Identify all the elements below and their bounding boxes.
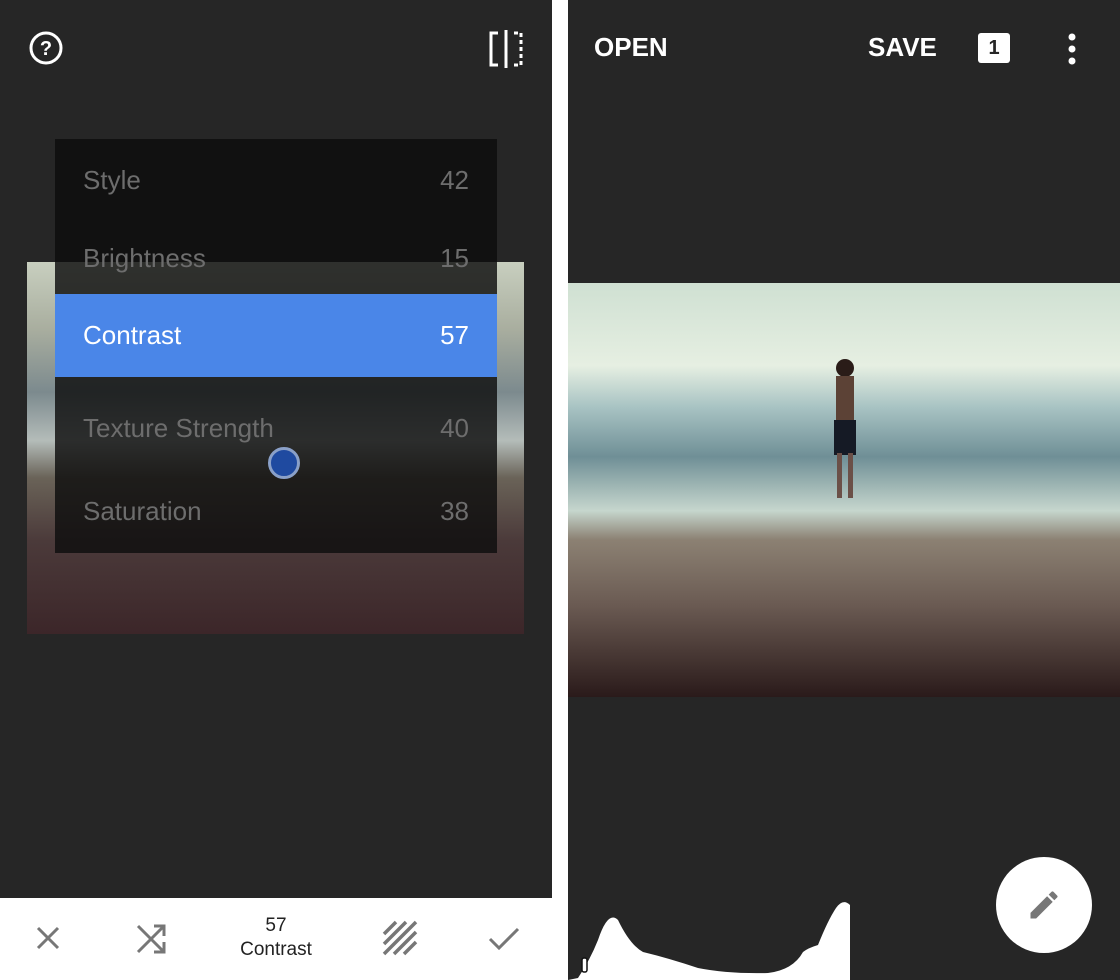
pencil-icon [1030, 891, 1058, 919]
menu-item-style[interactable]: Style 42 [55, 139, 497, 222]
styles-icon[interactable] [380, 918, 420, 958]
cancel-icon[interactable] [28, 918, 68, 958]
bottom-toolbar: 57 Contrast [0, 898, 552, 980]
open-button[interactable]: OPEN [594, 32, 668, 63]
menu-label: Saturation [83, 496, 202, 526]
menu-label: Texture Strength [83, 413, 274, 443]
menu-item-brightness[interactable]: Brightness 15 [55, 222, 497, 294]
menu-item-contrast[interactable]: Contrast 57 [55, 294, 497, 377]
photo-subject [834, 359, 856, 498]
menu-label: Brightness [83, 242, 206, 273]
adjustment-menu: Style 42 Brightness 15 Contrast 57 Texture … [55, 139, 497, 553]
histogram [568, 902, 850, 980]
history-badge[interactable]: 1 [978, 33, 1010, 63]
menu-value: 42 [440, 165, 469, 195]
menu-value: 38 [440, 496, 469, 526]
adjustment-value: 57 [265, 915, 287, 936]
apply-check-icon[interactable] [484, 918, 524, 958]
shuffle-icon[interactable] [132, 918, 172, 958]
adjust-point-handle[interactable] [268, 447, 300, 479]
adjustment-label: Contrast [240, 939, 312, 960]
menu-value: 57 [440, 320, 469, 350]
menu-value: 15 [440, 242, 469, 273]
more-options-icon[interactable] [1066, 32, 1078, 66]
help-icon[interactable]: ? [28, 30, 64, 66]
svg-text:?: ? [40, 38, 52, 60]
compare-icon[interactable] [488, 30, 524, 68]
save-button[interactable]: SAVE [868, 32, 937, 63]
menu-label: Contrast [83, 320, 182, 350]
edit-panel: ? Style 42 Brightness 15 Contrast 57 Textur… [0, 0, 552, 980]
current-adjustment: 57 Contrast [200, 914, 352, 962]
menu-value: 40 [440, 413, 469, 443]
menu-item-saturation[interactable]: Saturation 38 [55, 470, 497, 553]
edited-photo [568, 283, 1120, 697]
main-panel: OPEN SAVE 1 [568, 0, 1120, 980]
menu-label: Style [83, 165, 141, 195]
edit-tools-button[interactable] [996, 857, 1092, 953]
